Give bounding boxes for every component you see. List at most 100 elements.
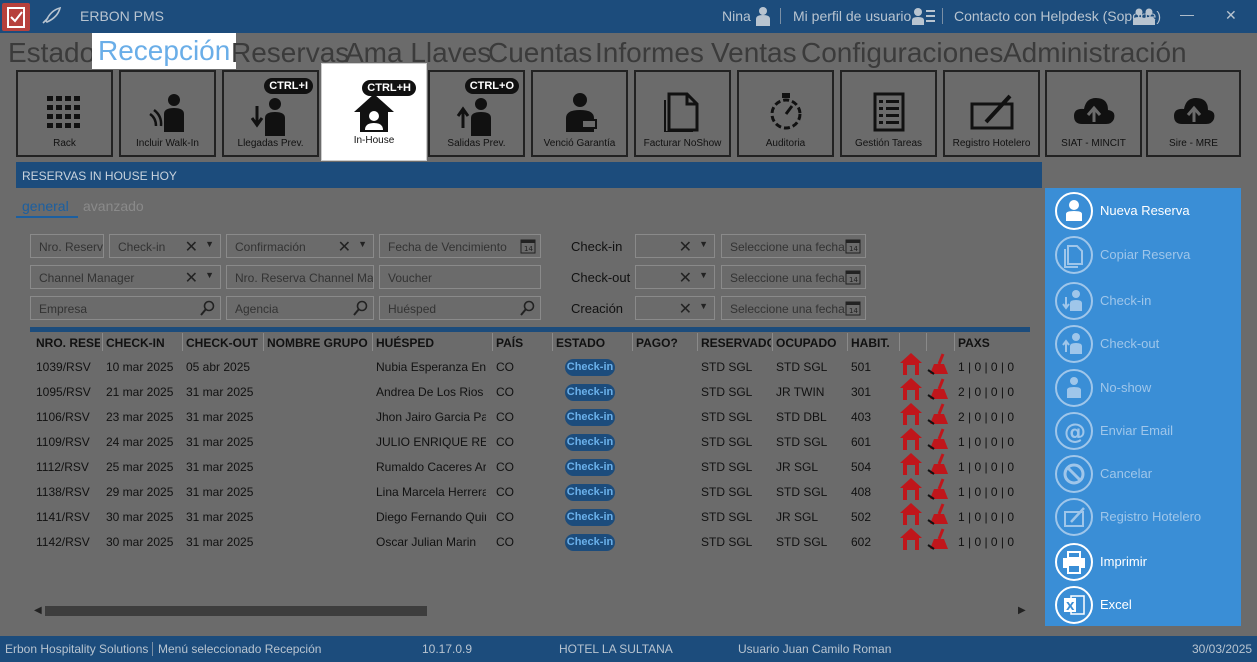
clear-icon[interactable]: ✕ — [185, 237, 198, 257]
th-pais[interactable]: PAÍS — [496, 336, 550, 350]
calendar-icon[interactable]: 14 — [845, 238, 861, 254]
column-separator[interactable] — [632, 333, 633, 351]
channel-manager-select[interactable]: Channel Manager ✕ ▼ — [30, 265, 221, 289]
menu-cuentas[interactable]: Cuentas — [488, 37, 592, 69]
facturar-noshow-button[interactable]: Facturar NoShow — [634, 70, 731, 157]
close-button[interactable]: ✕ — [1225, 7, 1237, 24]
th-habit[interactable]: HABIT. — [851, 336, 899, 350]
th-checkout[interactable]: CHECK-OUT — [186, 336, 260, 350]
th-estado[interactable]: ESTADO — [556, 336, 632, 350]
menu-recepcion[interactable]: Recepción — [92, 33, 237, 69]
column-separator[interactable] — [847, 333, 848, 351]
th-nro-reserva[interactable]: NRO. RESERVA — [36, 336, 100, 350]
th-huesped[interactable]: HUÉSPED — [376, 336, 486, 350]
menu-ventas[interactable]: Ventas — [711, 37, 797, 69]
salidas-button[interactable]: CTRL+O Salidas Prev. — [428, 70, 525, 157]
checkin-date-mode-select[interactable]: ✕ ▼ — [635, 234, 715, 258]
th-ocupado[interactable]: OCUPADO — [776, 336, 846, 350]
scroll-thumb[interactable] — [45, 606, 427, 616]
gestion-tareas-button[interactable]: Gestión Tareas — [840, 70, 937, 157]
walk-in-button[interactable]: Incluir Walk-In — [119, 70, 216, 157]
checkout-date-mode-select[interactable]: ✕ ▼ — [635, 265, 715, 289]
agencia-field[interactable]: Agencia — [226, 296, 374, 320]
calendar-icon[interactable]: 14 — [845, 269, 861, 285]
th-checkin[interactable]: CHECK-IN — [106, 336, 182, 350]
support-group-icon[interactable] — [1132, 6, 1156, 29]
checkin-filter-select[interactable]: Check-in ✕ ▼ — [109, 234, 221, 258]
creacion-date-mode-select[interactable]: ✕ ▼ — [635, 296, 715, 320]
search-icon[interactable] — [520, 300, 536, 316]
column-separator[interactable] — [552, 333, 553, 351]
menu-administracion[interactable]: Administración — [1003, 37, 1187, 69]
search-icon[interactable] — [353, 300, 369, 316]
rocket-icon[interactable] — [40, 6, 62, 29]
menu-configuraciones[interactable]: Configuraciones — [801, 37, 1003, 69]
cleaning-icon[interactable] — [926, 527, 950, 556]
checkin-date-picker[interactable]: Seleccione una fecha 14 — [721, 234, 866, 258]
llegadas-button[interactable]: CTRL+I Llegadas Prev. — [222, 70, 319, 157]
action-copiar-reserva-button[interactable]: Copiar Reserva — [1045, 235, 1241, 275]
rack-button[interactable]: Rack — [16, 70, 113, 157]
calendar-icon[interactable]: 14 — [520, 238, 536, 254]
chevron-down-icon[interactable]: ▼ — [699, 270, 708, 280]
tab-general[interactable]: general — [22, 198, 69, 214]
th-pago[interactable]: PAGO? — [636, 336, 696, 350]
chevron-down-icon[interactable]: ▼ — [699, 301, 708, 311]
column-separator[interactable] — [697, 333, 698, 351]
profile-icon[interactable] — [912, 6, 936, 29]
in-house-button[interactable]: CTRL+H In-House — [321, 63, 427, 161]
menu-estado[interactable]: Estado — [8, 37, 95, 69]
confirmacion-select[interactable]: Confirmación ✕ ▼ — [226, 234, 374, 258]
action-check-in-button[interactable]: Check-in — [1045, 281, 1241, 321]
siat-mincit-button[interactable]: SIAT - MINCIT — [1045, 70, 1142, 157]
calendar-icon[interactable]: 14 — [845, 300, 861, 316]
user-icon[interactable] — [752, 5, 774, 30]
sire-mre-button[interactable]: Sire - MRE — [1146, 70, 1241, 157]
empresa-field[interactable]: Empresa — [30, 296, 221, 320]
clear-icon[interactable]: ✕ — [185, 268, 198, 288]
vencio-garantia-button[interactable]: Venció Garantía — [531, 70, 628, 157]
action-check-out-button[interactable]: Check-out — [1045, 324, 1241, 364]
minimize-button[interactable]: — — [1180, 6, 1194, 22]
clear-icon[interactable]: ✕ — [679, 299, 692, 319]
th-nombre-grupo[interactable]: NOMBRE GRUPO — [267, 336, 371, 350]
th-paxs[interactable]: PAXS — [958, 336, 1018, 350]
scroll-right-icon[interactable]: ▶ — [1018, 605, 1026, 616]
action-no-show-button[interactable]: No-show — [1045, 368, 1241, 408]
chevron-down-icon[interactable]: ▼ — [699, 239, 708, 249]
horizontal-scrollbar[interactable]: ◀ ▶ — [30, 600, 1030, 620]
nro-reserva-channel-field[interactable]: Nro. Reserva Channel Manager — [226, 265, 374, 289]
huesped-field[interactable]: Huésped — [379, 296, 541, 320]
chevron-down-icon[interactable]: ▼ — [205, 239, 214, 249]
voucher-field[interactable]: Voucher — [379, 265, 541, 289]
column-separator[interactable] — [772, 333, 773, 351]
column-separator[interactable] — [492, 333, 493, 351]
action-enviar-email-button[interactable]: @ Enviar Email — [1045, 411, 1241, 451]
user-name[interactable]: Nina — [722, 8, 751, 24]
column-separator[interactable] — [372, 333, 373, 351]
clear-icon[interactable]: ✕ — [338, 237, 351, 257]
column-separator[interactable] — [102, 333, 103, 351]
action-cancelar-button[interactable]: Cancelar — [1045, 454, 1241, 494]
column-separator[interactable] — [954, 333, 955, 351]
column-separator[interactable] — [926, 333, 927, 351]
chevron-down-icon[interactable]: ▼ — [205, 270, 214, 280]
column-separator[interactable] — [263, 333, 264, 351]
clear-icon[interactable]: ✕ — [679, 237, 692, 257]
clear-icon[interactable]: ✕ — [679, 268, 692, 288]
tab-avanzado[interactable]: avanzado — [83, 198, 144, 214]
nro-reserva-field[interactable]: Nro. Reserva — [30, 234, 104, 258]
helpdesk-link[interactable]: Contacto con Helpdesk (Soporte) — [954, 8, 1161, 24]
checkout-date-picker[interactable]: Seleccione una fecha 14 — [721, 265, 866, 289]
column-separator[interactable] — [182, 333, 183, 351]
profile-link[interactable]: Mi perfil de usuario — [793, 8, 911, 24]
search-icon[interactable] — [200, 300, 216, 316]
action-imprimir-button[interactable]: Imprimir — [1045, 542, 1241, 582]
creacion-date-picker[interactable]: Seleccione una fecha 14 — [721, 296, 866, 320]
th-reservado[interactable]: RESERVADO — [701, 336, 771, 350]
house-alert-icon[interactable] — [899, 527, 923, 556]
scroll-left-icon[interactable]: ◀ — [34, 605, 42, 616]
auditoria-button[interactable]: Auditoria — [737, 70, 834, 157]
menu-informes[interactable]: Informes — [595, 37, 704, 69]
column-separator[interactable] — [899, 333, 900, 351]
